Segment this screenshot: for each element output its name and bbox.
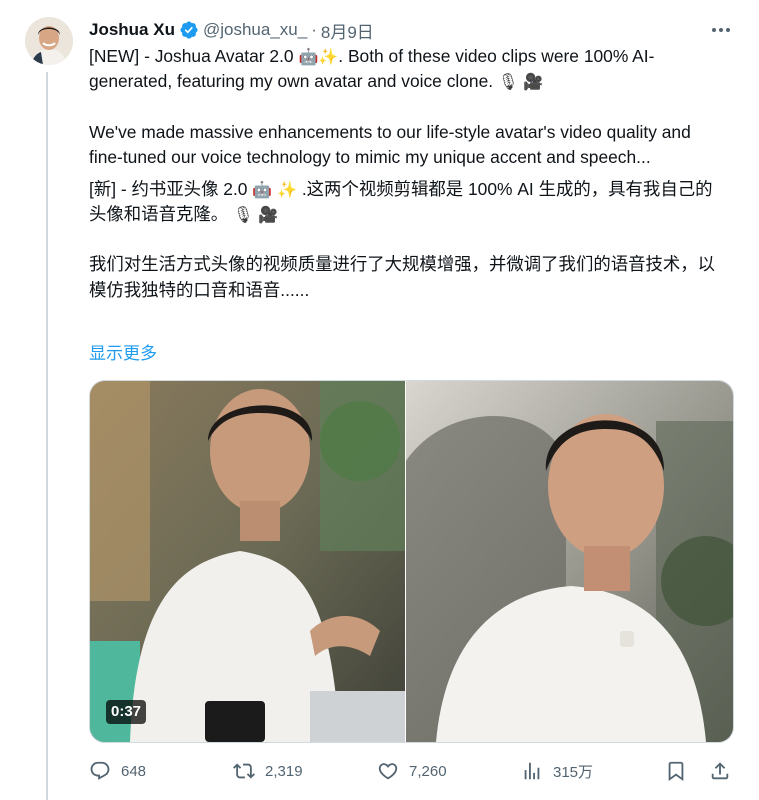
avatar[interactable]	[25, 17, 73, 65]
heart-icon	[378, 763, 398, 780]
tweet-date[interactable]: 8月9日	[321, 18, 374, 43]
reply-icon	[90, 761, 110, 780]
camera-emoji-icon: 🎥	[523, 72, 544, 92]
sparkles-emoji-icon: ✨	[277, 179, 297, 199]
video-frame-left	[90, 381, 405, 742]
verified-badge-icon	[180, 21, 198, 39]
action-bar: 648 2,319 7,260 315万	[89, 759, 734, 783]
bookmark-icon	[668, 761, 684, 782]
video-duration-badge: 0:37	[106, 700, 147, 724]
retweet-icon	[233, 763, 255, 779]
retweet-count: 2,319	[265, 762, 303, 780]
microphone-emoji-icon: 🎙	[232, 205, 254, 225]
tweet-header: Joshua Xu @joshua_xu_ · 8月9日	[89, 18, 374, 42]
author-handle[interactable]: @joshua_xu_	[203, 20, 307, 40]
tweet-paragraph-zh-2: 我们对生活方式头像的视频质量进行了大规模增强，并微调了我们的语音技术，以模仿我独…	[89, 254, 716, 300]
views-count: 315万	[553, 763, 594, 781]
retweet-button[interactable]: 2,319	[233, 759, 303, 783]
show-more-link[interactable]: 显示更多	[89, 339, 157, 364]
more-options-button[interactable]	[709, 20, 733, 40]
author-name[interactable]: Joshua Xu	[89, 20, 175, 40]
more-icon	[712, 28, 716, 32]
tweet-text: [NEW] - Joshua Avatar 2.0 🤖✨. Both of th…	[89, 44, 729, 303]
views-button[interactable]: 315万	[521, 759, 593, 783]
video-frame-right	[404, 381, 733, 742]
microphone-emoji-icon: 🎙	[497, 72, 519, 92]
tweet-paragraph-en-2: We've made massive enhancements to our l…	[89, 121, 691, 168]
share-icon	[711, 762, 729, 780]
reply-count: 648	[121, 762, 147, 780]
like-button[interactable]: 7,260	[377, 759, 447, 783]
robot-emoji-icon: 🤖	[252, 179, 273, 199]
robot-emoji-icon: 🤖	[298, 47, 319, 66]
share-button[interactable]	[709, 759, 741, 783]
video-player[interactable]	[89, 380, 734, 743]
sparkles-emoji-icon: ✨	[318, 47, 339, 66]
separator-dot: ·	[311, 20, 317, 39]
like-count: 7,260	[409, 762, 447, 780]
tweet-paragraph-en-1: [NEW] - Joshua Avatar 2.0 🤖✨. Both of th…	[89, 46, 655, 92]
camera-emoji-icon: 🎥	[258, 205, 279, 225]
thread-line	[46, 72, 48, 800]
tweet-paragraph-zh-1: [新] - 约书亚头像 2.0 🤖 ✨ .这两个视频剪辑都是 100% AI 生…	[89, 178, 713, 225]
reply-button[interactable]: 648	[89, 759, 146, 783]
bookmark-button[interactable]	[665, 759, 697, 783]
views-icon	[524, 762, 540, 780]
